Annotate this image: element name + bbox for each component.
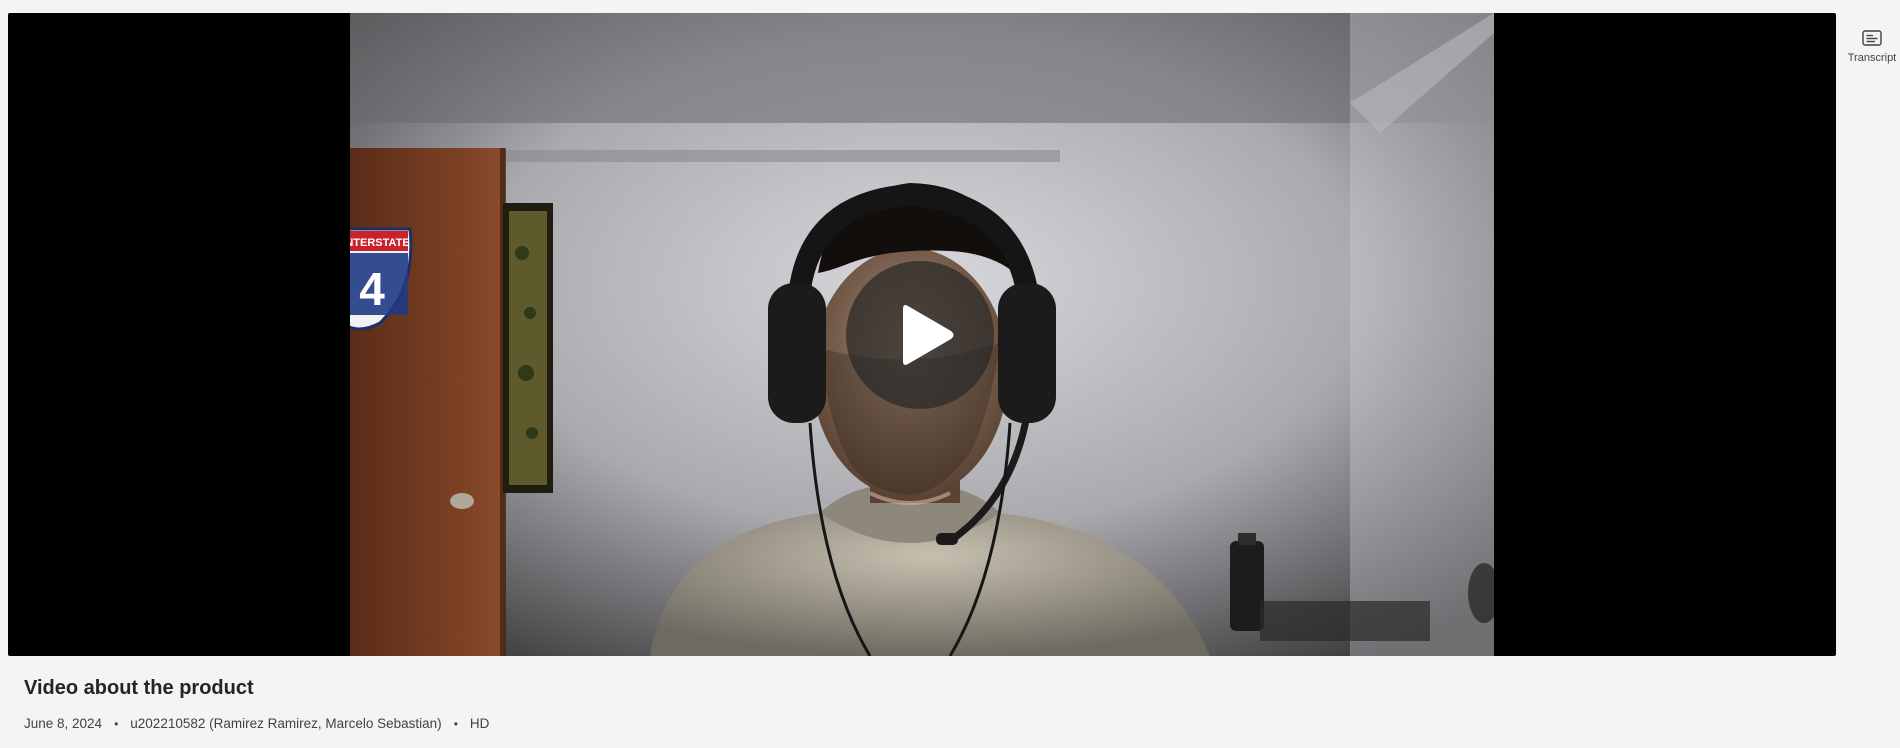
meta-separator: • — [114, 716, 119, 731]
video-owner[interactable]: u202210582 (Ramirez Ramirez, Marcelo Seb… — [130, 716, 441, 731]
video-title: Video about the product — [24, 677, 254, 699]
video-metadata: June 8, 2024 • u202210582 (Ramirez Ramir… — [24, 716, 489, 731]
transcript-label: Transcript — [1847, 52, 1897, 64]
play-icon — [903, 305, 954, 365]
meta-separator: • — [453, 716, 458, 731]
video-quality-badge: HD — [469, 716, 490, 731]
transcript-icon — [1862, 30, 1882, 46]
sign-number: 4 — [359, 263, 385, 315]
video-player[interactable]: INTERSTATE 4 — [8, 13, 1836, 656]
play-button[interactable] — [846, 261, 994, 409]
sign-text: INTERSTATE — [350, 237, 410, 249]
transcript-button[interactable]: Transcript — [1844, 20, 1900, 64]
video-date: June 8, 2024 — [24, 716, 103, 731]
video-page: INTERSTATE 4 — [0, 0, 1900, 748]
